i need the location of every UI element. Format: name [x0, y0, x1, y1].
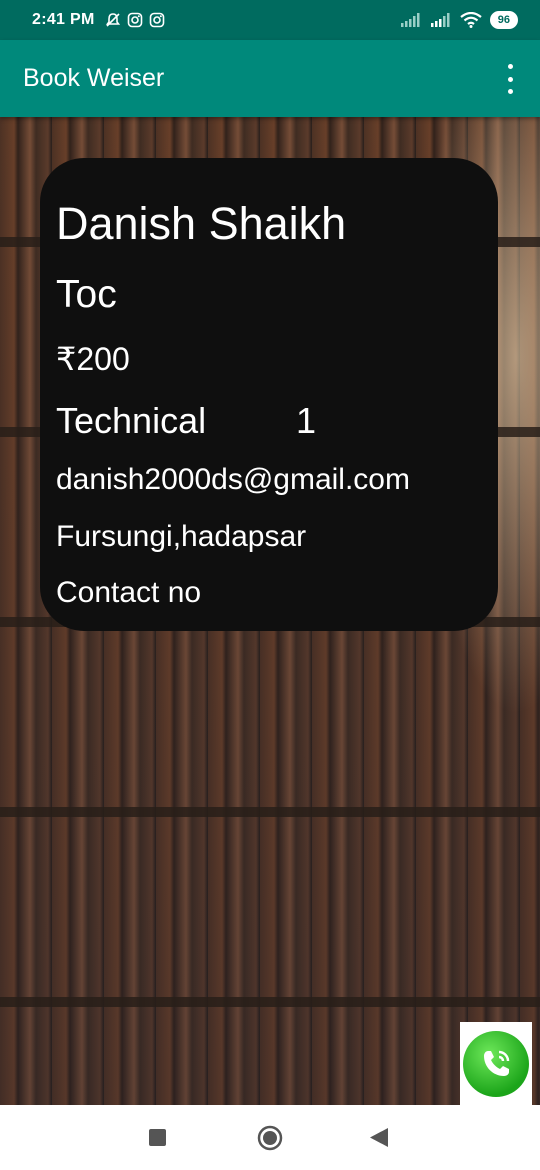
- back-triangle-icon[interactable]: [370, 1128, 388, 1147]
- phone-icon: [463, 1030, 529, 1097]
- seller-email: danish2000ds@gmail.com: [56, 463, 410, 496]
- instagram-icon: [149, 12, 164, 28]
- seller-name: Danish Shaikh: [56, 198, 347, 249]
- book-category: Technical: [56, 400, 207, 441]
- app-title: Book Weiser: [23, 64, 165, 92]
- seller-contact: Contact no: [56, 576, 202, 609]
- status-system-icons: 96: [400, 11, 518, 29]
- battery-icon: 96: [489, 11, 518, 29]
- book-quantity: 1: [296, 400, 317, 441]
- system-nav-bar: [0, 1105, 540, 1170]
- seller-address: Fursungi,hadapsar: [56, 520, 307, 553]
- more-vert-icon[interactable]: [500, 64, 520, 94]
- book-price: ₹200: [56, 341, 130, 377]
- status-notification-icons: [105, 12, 165, 28]
- recents-square-icon[interactable]: [149, 1129, 166, 1146]
- notifications-off-icon: [105, 13, 120, 27]
- status-time: 2:41 PM: [32, 11, 95, 28]
- call-button[interactable]: [460, 1022, 532, 1105]
- book-details-card: Danish Shaikh Toc ₹200 Technical 1 danis…: [40, 158, 498, 631]
- status-bar: 2:41 PM 96: [0, 0, 540, 40]
- app-bar: Book Weiser: [0, 40, 540, 117]
- signal-icon: [400, 13, 420, 27]
- signal-icon: [430, 13, 450, 27]
- book-title: Toc: [56, 273, 117, 316]
- instagram-icon: [127, 12, 142, 28]
- shelf-divider: [0, 807, 540, 817]
- home-circle-icon[interactable]: [257, 1125, 283, 1151]
- shelf-divider: [0, 997, 540, 1007]
- wifi-icon: [460, 12, 482, 28]
